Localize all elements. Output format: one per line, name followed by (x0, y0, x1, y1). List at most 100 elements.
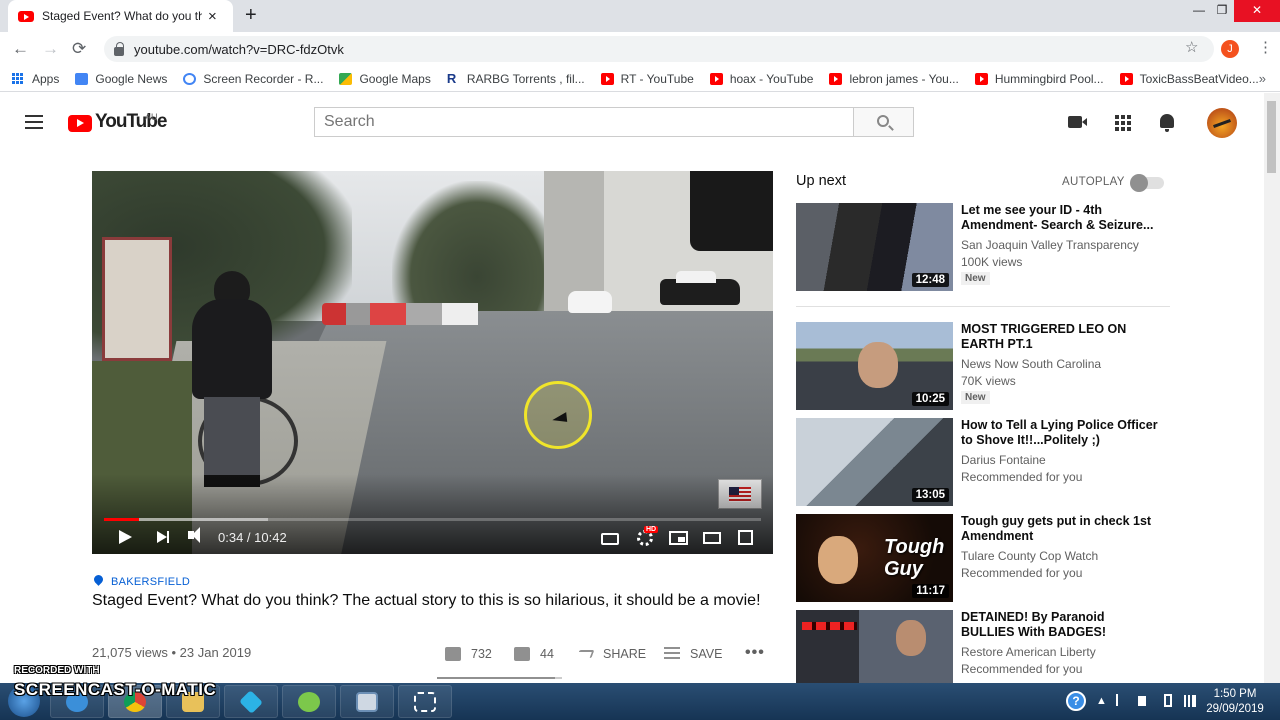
miniplayer-icon[interactable] (669, 531, 688, 545)
recommended-title[interactable]: MOST TRIGGERED LEO ON EARTH PT.1 (961, 322, 1161, 352)
address-bar[interactable]: youtube.com/watch?v=DRC-fdzOtvk (104, 36, 1214, 62)
video-player[interactable]: 0:34 / 10:42 HD (92, 171, 773, 554)
youtube-icon (974, 72, 988, 85)
search-button[interactable] (853, 107, 914, 137)
like-button[interactable]: 732 (445, 647, 492, 661)
recommended-title[interactable]: How to Tell a Lying Police Officer to Sh… (961, 418, 1161, 448)
bookmark-toxicbassbeat[interactable]: ToxicBassBeatVideo... (1119, 72, 1259, 86)
window-restore-button[interactable]: ❐ (1207, 0, 1237, 22)
recommended-channel[interactable]: News Now South Carolina (961, 357, 1101, 371)
search-input[interactable] (314, 107, 854, 137)
battery-icon[interactable] (1164, 694, 1172, 707)
taskbar-clock[interactable]: 1:50 PM 29/09/2019 (1200, 687, 1270, 717)
video-frame-phone (690, 171, 773, 251)
recommended-video[interactable]: 13:05 How to Tell a Lying Police Officer… (796, 418, 1176, 508)
like-ratio-fill (437, 677, 555, 679)
bookmark-google-maps[interactable]: Google Maps (339, 72, 431, 86)
bookmark-lebron-james[interactable]: lebron james - You... (829, 72, 959, 86)
window-close-button[interactable]: ✕ (1234, 0, 1280, 22)
back-button[interactable]: ← (12, 39, 29, 59)
notifications-bell-icon[interactable] (1160, 114, 1174, 132)
recommended-channel[interactable]: Darius Fontaine (961, 453, 1046, 467)
like-count: 732 (471, 647, 492, 661)
google-news-icon (75, 72, 89, 85)
video-thumbnail[interactable]: Tough Guy 11:17 (796, 514, 953, 602)
tray-overflow-icon[interactable]: ▲ (1096, 695, 1107, 707)
taskbar-snipping[interactable] (398, 685, 452, 718)
recommended-channel[interactable]: San Joaquin Valley Transparency (961, 238, 1139, 252)
forward-button[interactable]: → (42, 39, 59, 59)
bookmark-rarbg[interactable]: R RARBG Torrents , fil... (447, 72, 585, 86)
recommended-title[interactable]: Let me see your ID - 4th Amendment- Sear… (961, 203, 1161, 233)
recommended-channel[interactable]: Tulare County Cop Watch (961, 549, 1098, 563)
save-button[interactable]: SAVE (664, 647, 722, 661)
network-icon[interactable] (1184, 695, 1196, 707)
bookmark-label: Hummingbird Pool... (994, 71, 1104, 86)
bookmark-apps[interactable]: Apps (12, 72, 59, 86)
video-duration: 12:48 (911, 273, 949, 287)
taskbar-app-green[interactable] (282, 685, 336, 718)
green-app-icon (298, 692, 320, 712)
watermark-line2: SCREENCAST-O-MATIC (14, 680, 217, 699)
bookmark-rt-youtube[interactable]: RT - YouTube (600, 72, 694, 86)
bookmark-screen-recorder[interactable]: Screen Recorder - R... (183, 72, 323, 86)
page-scrollbar[interactable] (1264, 93, 1280, 683)
thumbs-down-icon (514, 647, 530, 661)
bookmark-hoax-youtube[interactable]: hoax - YouTube (709, 72, 813, 86)
share-button[interactable]: SHARE (576, 647, 646, 661)
more-actions-button[interactable]: ••• (745, 644, 765, 662)
bookmark-label: Screen Recorder - R... (203, 71, 324, 86)
dislike-count: 44 (540, 647, 554, 661)
youtube-favicon-icon (18, 10, 34, 22)
play-icon[interactable] (119, 530, 132, 544)
volume-icon[interactable] (188, 527, 200, 543)
bookmark-star-icon[interactable]: ☆ (1185, 38, 1198, 56)
hd-badge: HD (644, 526, 659, 533)
video-thumbnail[interactable]: 10:25 (796, 322, 953, 410)
help-icon[interactable]: ? (1066, 691, 1086, 711)
recommended-video[interactable]: Tough Guy 11:17 Tough guy gets put in ch… (796, 514, 1176, 604)
autoplay-toggle[interactable] (1130, 174, 1164, 192)
create-video-icon[interactable] (1068, 116, 1087, 128)
bookmark-hummingbird-pool[interactable]: Hummingbird Pool... (974, 71, 1104, 86)
new-tab-button[interactable]: + (245, 4, 257, 27)
recommended-video[interactable]: 10:25 MOST TRIGGERED LEO ON EARTH PT.1 N… (796, 322, 1176, 412)
thumbs-up-icon (445, 647, 461, 661)
youtube-apps-icon[interactable] (1115, 115, 1131, 131)
subtitles-icon[interactable] (601, 533, 619, 545)
bookmarks-overflow-icon[interactable]: » (1259, 71, 1266, 86)
dislike-button[interactable]: 44 (514, 647, 554, 661)
location-link[interactable]: BAKERSFIELD (111, 576, 190, 588)
next-video-icon[interactable] (157, 531, 169, 543)
bookmark-google-news[interactable]: Google News (75, 72, 167, 86)
tab-close-icon[interactable]: × (208, 8, 217, 25)
account-avatar[interactable] (1207, 108, 1237, 138)
browser-menu-icon[interactable]: ⋮ (1258, 38, 1273, 56)
browser-tab-active[interactable]: Staged Event? What do you think × (8, 0, 233, 32)
video-thumbnail[interactable]: 12:48 (796, 203, 953, 291)
recommended-video[interactable]: 12:48 Let me see your ID - 4th Amendment… (796, 203, 1176, 293)
taskbar-app-monitor[interactable] (340, 685, 394, 718)
recommended-channel[interactable]: Restore American Liberty (961, 645, 1096, 659)
fullscreen-icon[interactable] (738, 530, 753, 545)
new-badge: New (961, 391, 990, 404)
video-thumbnail[interactable]: 13:05 (796, 418, 953, 506)
scrollbar-thumb[interactable] (1267, 101, 1276, 173)
speaker-icon[interactable] (1138, 696, 1146, 706)
youtube-logo-icon[interactable] (68, 115, 92, 132)
profile-avatar[interactable]: J (1221, 40, 1239, 58)
recommended-title[interactable]: DETAINED! By Paranoid BULLIES With BADGE… (961, 610, 1161, 640)
recommended-title[interactable]: Tough guy gets put in check 1st Amendmen… (961, 514, 1161, 544)
url-text[interactable]: youtube.com/watch?v=DRC-fdzOtvk (134, 42, 344, 57)
seek-bar[interactable] (104, 518, 761, 521)
recommended-views: 100K views (961, 255, 1023, 269)
rarbg-icon: R (446, 70, 457, 86)
reload-button[interactable]: ⟳ (72, 39, 86, 59)
action-center-flag-icon[interactable] (1116, 694, 1126, 706)
toggle-knob[interactable] (1130, 174, 1148, 192)
taskbar-app-cube[interactable] (224, 685, 278, 718)
cube-icon (239, 690, 263, 714)
video-duration: 13:05 (911, 488, 949, 502)
theater-mode-icon[interactable] (703, 532, 721, 544)
guide-menu-icon[interactable] (25, 115, 43, 129)
